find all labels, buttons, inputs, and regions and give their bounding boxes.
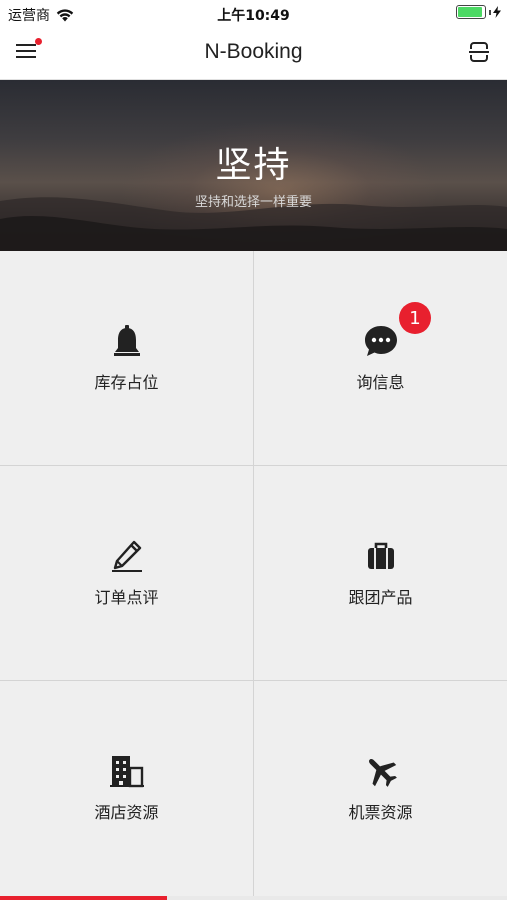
page-indicator-progress [0, 896, 167, 900]
unread-badge: 1 [399, 302, 431, 334]
grid-item-order-review[interactable]: 订单点评 [0, 466, 253, 680]
bell-icon [109, 323, 145, 359]
status-bar: 运营商 上午10:49 [0, 0, 507, 28]
building-icon [109, 753, 145, 789]
grid-item-group-tour[interactable]: 跟团产品 [254, 466, 507, 680]
banner-title: 坚持 [0, 136, 507, 188]
charging-icon [493, 6, 501, 18]
grid-item-inventory[interactable]: 库存占位 [0, 251, 253, 465]
grid-item-label: 机票资源 [348, 799, 412, 823]
status-right [456, 5, 501, 19]
airplane-icon [363, 753, 399, 789]
scan-icon [467, 40, 491, 64]
page-title: N-Booking [0, 40, 507, 64]
pencil-icon [109, 538, 145, 574]
chat-icon [363, 323, 399, 359]
grid-item-flight[interactable]: 机票资源 [254, 681, 507, 895]
grid-item-label: 订单点评 [94, 584, 158, 608]
grid-item-label: 询信息 [356, 369, 404, 393]
hero-banner[interactable]: 坚持 坚持和选择一样重要 [0, 80, 507, 251]
grid-item-label: 跟团产品 [348, 584, 412, 608]
banner-subtitle: 坚持和选择一样重要 [0, 191, 507, 210]
grid-item-inquiry[interactable]: 询信息 1 [254, 251, 507, 465]
grid-item-label: 酒店资源 [94, 799, 158, 823]
suitcase-icon [363, 538, 399, 574]
feature-grid: 库存占位 询信息 1 订单点评 [0, 251, 507, 896]
battery-icon [456, 5, 486, 19]
page-indicator [0, 896, 507, 900]
status-time: 上午10:49 [0, 5, 507, 25]
grid-item-hotel[interactable]: 酒店资源 [0, 681, 253, 895]
scan-button[interactable] [467, 40, 493, 66]
grid-item-label: 库存占位 [94, 369, 158, 393]
nav-bar: N-Booking [0, 28, 507, 80]
